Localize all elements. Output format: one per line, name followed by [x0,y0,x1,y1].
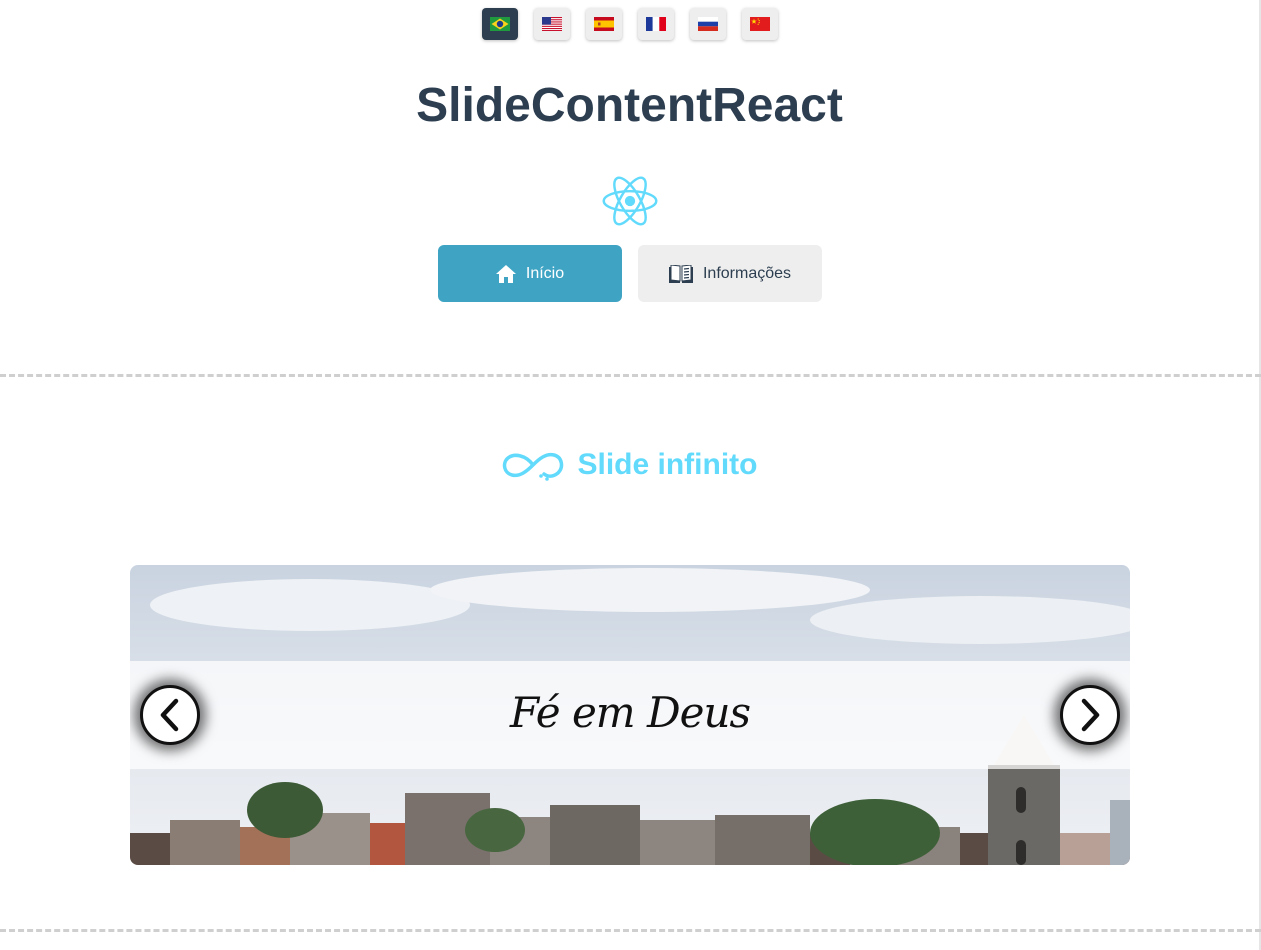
chevron-right-icon [1081,698,1100,732]
previous-slide-button[interactable] [140,685,200,745]
flag-france-icon [645,17,666,31]
lang-button-zh[interactable] [741,8,778,40]
home-button-label: Início [525,264,565,282]
section-heading: Slide infinito [0,448,1259,482]
language-selector [0,8,1259,40]
next-slide-button[interactable] [1060,685,1120,745]
chevron-left-icon [160,698,179,732]
lang-button-ru[interactable] [689,8,726,40]
flag-china-icon [749,17,770,31]
section-divider-top [0,374,1261,377]
lang-button-pt-br[interactable] [481,8,518,40]
flag-spain-icon [593,17,614,31]
home-icon [495,264,516,283]
lang-button-en-us[interactable] [533,8,570,40]
lang-button-es[interactable] [585,8,622,40]
home-button[interactable]: Início [438,245,622,302]
lang-button-fr[interactable] [637,8,674,40]
page-title: SlideContentReact [416,79,843,132]
info-button-label: Informações [702,264,792,282]
flag-usa-icon [541,17,562,31]
react-logo-icon [602,176,658,226]
slide-caption: Fé em Deus [509,688,751,737]
image-slider: Fé em Deus [130,565,1130,865]
info-button[interactable]: Informações [638,245,822,302]
section-divider-bottom [0,929,1261,932]
flag-russia-icon [697,17,718,31]
book-icon [668,264,693,283]
main-nav: Início Informações [438,245,822,302]
section-title: Slide infinito [577,448,758,481]
flag-brazil-icon [489,17,510,31]
infinity-icon [502,452,563,481]
